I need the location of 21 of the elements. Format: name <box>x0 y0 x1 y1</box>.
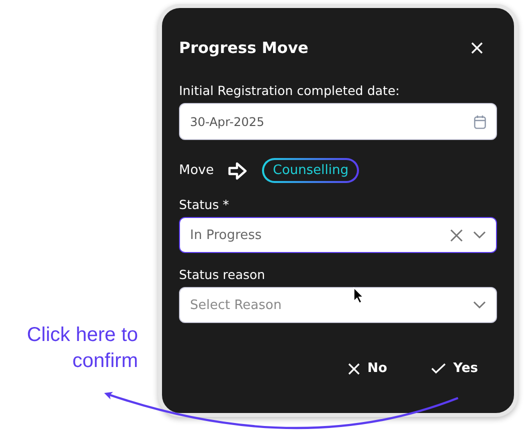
close-icon <box>348 362 360 374</box>
status-select[interactable]: In Progress <box>179 217 497 253</box>
check-icon <box>431 363 446 374</box>
close-button[interactable] <box>469 40 485 56</box>
no-button[interactable]: No <box>346 359 390 378</box>
dialog-title: Progress Move <box>179 39 308 57</box>
calendar-icon[interactable] <box>474 114 486 128</box>
chevron-down-icon[interactable] <box>473 301 486 309</box>
move-label: Move <box>179 163 214 178</box>
status-reason-select[interactable]: Select Reason <box>179 287 497 323</box>
mouse-pointer-icon <box>353 287 364 304</box>
stage-badge: Counselling <box>262 158 360 183</box>
field-label: Initial Registration completed date: <box>179 83 401 98</box>
field-label: Status * <box>179 197 230 212</box>
yes-button[interactable]: Yes <box>429 359 480 378</box>
chevron-down-icon[interactable] <box>473 231 486 239</box>
clear-icon[interactable] <box>450 228 463 242</box>
date-field[interactable]: 30-Apr-2025 <box>179 103 497 140</box>
arrow-right-icon <box>228 162 247 180</box>
field-label: Status reason <box>179 267 266 282</box>
annotation-text: Click here to confirm <box>26 323 138 374</box>
